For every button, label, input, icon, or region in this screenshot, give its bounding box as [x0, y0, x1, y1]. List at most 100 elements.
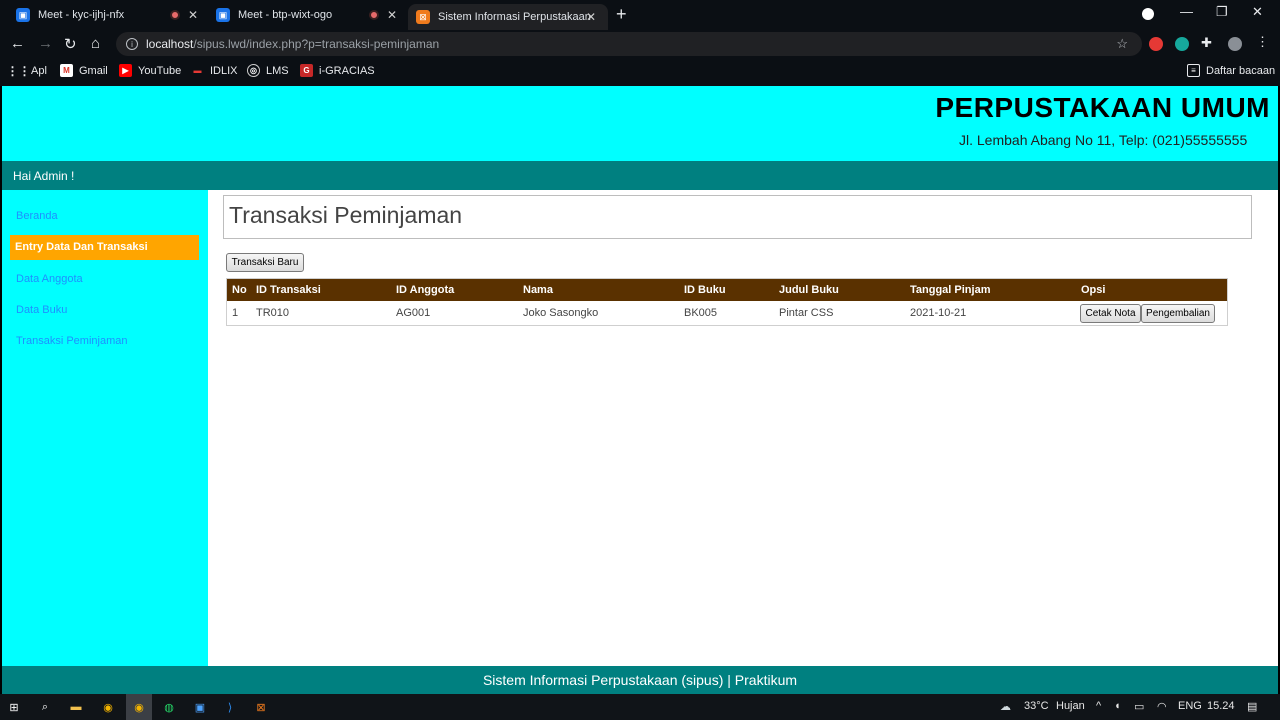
vscode-icon[interactable]: ⟩ — [222, 699, 238, 715]
recording-icon — [369, 10, 379, 20]
main-content: Transaksi Peminjaman Transaksi Baru No I… — [208, 190, 1278, 666]
tab-sipus[interactable]: ⊠ Sistem Informasi Perpustakaan ✕ — [408, 4, 608, 30]
profile-menu-icon[interactable] — [1142, 8, 1154, 20]
bookmark-label: i-GRACIAS — [319, 64, 375, 77]
bookmark-lms[interactable]: ◎ LMS — [247, 64, 289, 77]
file-explorer-icon[interactable]: ▬ — [68, 699, 84, 715]
table-header: No ID Transaksi ID Anggota Nama ID Buku … — [227, 279, 1227, 301]
whatsapp-icon[interactable]: ◍ — [161, 699, 177, 715]
restore-icon[interactable]: ❐ — [1216, 4, 1228, 20]
url-path: /sipus.lwd/index.php?p=transaksi-peminja… — [193, 37, 440, 51]
chrome-active-icon[interactable]: ◉ — [126, 694, 152, 720]
idlix-icon: ▬ — [193, 66, 202, 75]
reload-icon[interactable]: ↻ — [64, 35, 77, 53]
column-header: ID Buku — [684, 284, 726, 296]
recording-icon — [170, 10, 180, 20]
tab-meet-2[interactable]: ▣ Meet - btp-wixt-ogo ✕ — [216, 4, 406, 26]
reading-list-icon: ≡ — [1187, 64, 1200, 77]
reading-list-label: Daftar bacaan — [1206, 64, 1276, 77]
xampp-icon: ⊠ — [416, 10, 430, 24]
greeting-text: Hai Admin ! — [13, 169, 75, 183]
cell-nama: Joko Sasongko — [523, 307, 599, 319]
windows-start-icon[interactable]: ⊞ — [6, 699, 22, 715]
bookmark-apl[interactable]: ⋮⋮ Apl — [6, 63, 47, 78]
new-tab-icon[interactable]: + — [616, 4, 627, 25]
tab-title: Meet - btp-wixt-ogo — [238, 9, 333, 21]
sidebar-item-data-buku[interactable]: Data Buku — [16, 304, 67, 316]
temperature: 33°C — [1024, 700, 1049, 712]
return-book-button[interactable]: Pengembalian — [1141, 304, 1215, 323]
sidebar-item-data-anggota[interactable]: Data Anggota — [16, 273, 83, 285]
minimize-icon[interactable]: — — [1180, 4, 1193, 19]
bookmark-idlix[interactable]: ▬ IDLIX — [191, 64, 238, 77]
column-header: ID Anggota — [396, 284, 455, 296]
meet-icon: ▣ — [16, 8, 30, 22]
print-receipt-button[interactable]: Cetak Nota — [1080, 304, 1141, 323]
language-indicator[interactable]: ENG — [1178, 700, 1202, 712]
xampp-icon[interactable]: ⊠ — [253, 699, 269, 715]
close-tab-icon[interactable]: ✕ — [586, 10, 596, 24]
battery-icon[interactable]: ▭ — [1134, 700, 1144, 713]
new-transaction-button[interactable]: Transaksi Baru — [226, 253, 304, 272]
lms-icon: ◎ — [247, 64, 260, 77]
bookmark-youtube[interactable]: ▶ YouTube — [119, 64, 181, 77]
notifications-icon[interactable]: ▤ — [1247, 700, 1257, 713]
bookmark-label: YouTube — [138, 64, 182, 77]
search-icon[interactable]: ⌕ — [37, 699, 53, 715]
site-header: PERPUSTAKAAN UMUM Jl. Lembah Abang No 11… — [2, 86, 1278, 161]
column-header: No — [232, 284, 247, 296]
bookmark-igracias[interactable]: G i-GRACIAS — [300, 64, 375, 77]
chrome-icon[interactable]: ◉ — [100, 699, 116, 715]
cell-id-anggota: AG001 — [396, 307, 431, 319]
extensions-puzzle-icon[interactable]: ✚ — [1201, 35, 1215, 50]
web-page: PERPUSTAKAAN UMUM Jl. Lembah Abang No 11… — [2, 86, 1278, 694]
volume-icon[interactable]: ◖ — [1114, 700, 1121, 712]
close-tab-icon[interactable]: ✕ — [387, 8, 397, 22]
page-title: Transaksi Peminjaman — [229, 202, 463, 228]
bookmark-label: IDLIX — [210, 64, 238, 77]
footer-text: Sistem Informasi Perpustakaan (sipus) | … — [482, 672, 798, 688]
cell-id-buku: BK005 — [684, 307, 718, 319]
home-icon[interactable]: ⌂ — [91, 35, 100, 52]
table-row: 1 TR010 AG001 Joko Sasongko BK005 Pintar… — [227, 301, 1227, 325]
column-header: Judul Buku — [779, 284, 839, 296]
tab-title: Meet - kyc-ijhj-nfx — [38, 9, 125, 21]
bookmark-label: Apl — [31, 64, 47, 77]
bookmark-gmail[interactable]: M Gmail — [60, 64, 108, 77]
greeting-bar: Hai Admin ! — [2, 161, 1278, 190]
extension-shield-icon[interactable] — [1149, 37, 1163, 51]
close-window-icon[interactable]: ✕ — [1252, 4, 1263, 20]
tab-title: Sistem Informasi Perpustakaan — [438, 11, 591, 23]
forward-icon[interactable]: → — [38, 35, 53, 52]
site-title: PERPUSTAKAAN UMUM — [935, 92, 1270, 123]
sidebar-item-transaksi-peminjaman[interactable]: Transaksi Peminjaman — [16, 335, 127, 347]
wifi-icon[interactable]: ◠ — [1157, 700, 1167, 713]
gmail-icon: M — [60, 64, 73, 77]
site-address: Jl. Lembah Abang No 11, Telp: (021)55555… — [959, 132, 1248, 148]
bookmark-label: LMS — [266, 64, 289, 77]
clock[interactable]: 15.24 — [1207, 700, 1235, 712]
back-icon[interactable]: ← — [10, 35, 25, 52]
bookmark-label: Gmail — [79, 64, 108, 77]
address-bar[interactable]: i localhost /sipus.lwd/index.php?p=trans… — [116, 32, 1142, 56]
site-info-icon[interactable]: i — [126, 38, 138, 50]
sidebar-item-beranda[interactable]: Beranda — [16, 210, 58, 222]
transactions-table: No ID Transaksi ID Anggota Nama ID Buku … — [226, 278, 1228, 326]
cell-id-transaksi: TR010 — [256, 307, 290, 319]
cell-tanggal-pinjam: 2021-10-21 — [910, 307, 967, 319]
column-header: Tanggal Pinjam — [910, 284, 991, 296]
browser-chrome: ▣ Meet - kyc-ijhj-nfx ✕ ▣ Meet - btp-wix… — [0, 0, 1280, 86]
avatar[interactable] — [1228, 37, 1242, 51]
apps-grid-icon: ⋮⋮ — [6, 63, 31, 78]
tab-meet-1[interactable]: ▣ Meet - kyc-ijhj-nfx ✕ — [16, 4, 206, 26]
reading-list[interactable]: ≡ Daftar bacaan — [1187, 64, 1275, 77]
close-tab-icon[interactable]: ✕ — [188, 8, 198, 22]
menu-kebab-icon[interactable]: ⋮ — [1256, 34, 1270, 49]
bookmark-star-icon[interactable]: ☆ — [1116, 36, 1128, 52]
tray-chevron-icon[interactable]: ^ — [1096, 700, 1101, 712]
sidebar-item-entry-data[interactable]: Entry Data Dan Transaksi — [10, 235, 199, 260]
extension-m-icon[interactable] — [1175, 37, 1189, 51]
column-header: ID Transaksi — [256, 284, 321, 296]
column-header: Opsi — [1081, 284, 1106, 296]
app-window-icon[interactable]: ▣ — [192, 699, 208, 715]
